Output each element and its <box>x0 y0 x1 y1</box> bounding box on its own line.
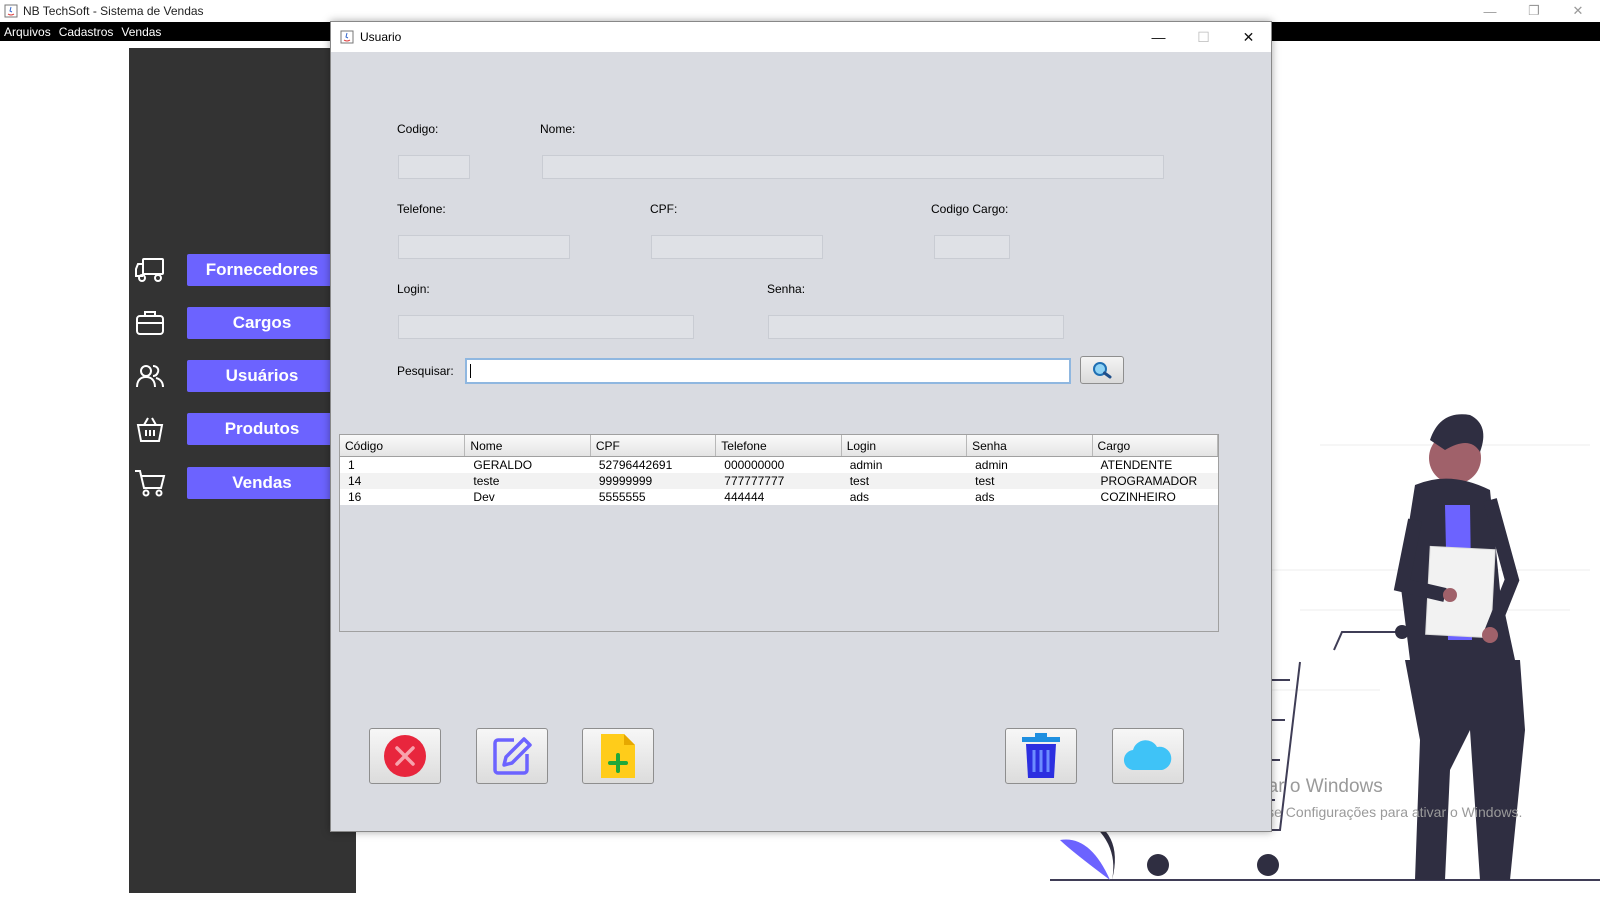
cell-nome: Dev <box>473 490 495 504</box>
briefcase-icon <box>133 306 167 340</box>
save-button[interactable] <box>1112 728 1184 784</box>
cargos-button[interactable]: Cargos <box>187 307 337 339</box>
senha-label: Senha: <box>767 282 806 296</box>
new-button[interactable] <box>582 728 654 784</box>
menu-cadastros[interactable]: Cadastros <box>55 25 118 39</box>
cancel-button[interactable] <box>369 728 441 784</box>
table-row[interactable]: 16 Dev 5555555 444444 ads ads COZINHEIRO <box>340 489 1218 505</box>
new-file-icon <box>601 734 635 778</box>
sidebar-item-produtos[interactable]: Produtos <box>129 412 356 446</box>
column-header-login[interactable]: Login <box>842 435 968 456</box>
cell-nome: teste <box>473 474 500 488</box>
cancel-icon <box>384 735 426 777</box>
dialog-close-button[interactable]: ✕ <box>1226 22 1271 52</box>
cell-cpf: 5555555 <box>598 490 646 504</box>
basket-icon <box>133 412 167 446</box>
app-titlebar: NB TechSoft - Sistema de Vendas — ❐ ✕ <box>0 0 1600 22</box>
sidebar-item-usuarios[interactable]: Usuários <box>129 359 356 393</box>
table-header: Código Nome CPF Telefone Login Senha Car… <box>340 435 1218 457</box>
produtos-button[interactable]: Produtos <box>187 413 337 445</box>
app-window-controls: — ❐ ✕ <box>1468 0 1600 22</box>
cell-telefone: 444444 <box>724 490 765 504</box>
search-icon <box>1093 362 1112 379</box>
edit-button[interactable] <box>476 728 548 784</box>
java-app-icon <box>340 30 354 44</box>
column-header-senha[interactable]: Senha <box>967 435 1093 456</box>
cell-cargo: PROGRAMADOR <box>1100 474 1198 488</box>
sidebar-item-vendas[interactable]: Vendas <box>129 466 356 500</box>
truck-icon <box>133 253 167 287</box>
cell-cargo: COZINHEIRO <box>1100 490 1176 504</box>
usuario-dialog: Usuario — ☐ ✕ Codigo: Nome: Telefone: CP… <box>330 21 1272 832</box>
watermark-subtitle: Acesse Configurações para ativar o Windo… <box>1236 804 1523 820</box>
senha-field[interactable] <box>768 315 1064 339</box>
cell-cpf: 52796442691 <box>598 458 673 472</box>
users-icon <box>133 359 167 393</box>
fornecedores-button[interactable]: Fornecedores <box>187 254 337 286</box>
windows-activation-watermark: Ativar o Windows Acesse Configurações pa… <box>1236 776 1522 820</box>
menu-arquivos[interactable]: Arquivos <box>0 25 55 39</box>
menu-vendas[interactable]: Vendas <box>117 25 165 39</box>
usuarios-button[interactable]: Usuários <box>187 360 337 392</box>
delete-button[interactable] <box>1005 728 1077 784</box>
sidebar-item-fornecedores[interactable]: Fornecedores <box>129 253 356 287</box>
column-header-nome[interactable]: Nome <box>465 435 591 456</box>
codigo-cargo-label: Codigo Cargo: <box>931 202 1009 216</box>
dialog-minimize-button[interactable]: — <box>1136 22 1181 52</box>
cell-codigo: 14 <box>348 474 362 488</box>
sidebar: Fornecedores Cargos Usuários Produtos Ve… <box>129 48 356 893</box>
nome-label: Nome: <box>540 122 576 136</box>
edit-icon <box>493 737 532 775</box>
cpf-label: CPF: <box>650 202 678 216</box>
cell-cargo: ATENDENTE <box>1100 458 1173 472</box>
cell-login: test <box>849 474 870 488</box>
telefone-label: Telefone: <box>397 202 446 216</box>
watermark-title: Ativar o Windows <box>1236 776 1383 797</box>
cell-senha: ads <box>975 490 995 504</box>
dialog-title: Usuario <box>360 30 402 44</box>
column-header-cpf[interactable]: CPF <box>591 435 717 456</box>
sidebar-item-cargos[interactable]: Cargos <box>129 306 356 340</box>
nome-field[interactable] <box>542 155 1164 179</box>
dialog-window-controls: — ☐ ✕ <box>1136 22 1271 52</box>
codigo-field[interactable] <box>398 155 470 179</box>
table-row[interactable]: 1 GERALDO 52796442691 000000000 admin ad… <box>340 457 1218 473</box>
column-header-telefone[interactable]: Telefone <box>716 435 842 456</box>
column-header-codigo[interactable]: Código <box>340 435 466 456</box>
cell-codigo: 1 <box>348 458 355 472</box>
cell-login: admin <box>849 458 883 472</box>
app-close-button[interactable]: ✕ <box>1556 0 1600 22</box>
cell-telefone: 000000000 <box>724 458 785 472</box>
codigo-cargo-field[interactable] <box>934 235 1010 259</box>
cell-login: ads <box>849 490 870 504</box>
column-header-cargo[interactable]: Cargo <box>1093 435 1218 456</box>
cell-codigo: 16 <box>348 490 362 504</box>
app-maximize-button[interactable]: ❐ <box>1512 0 1556 22</box>
cart-icon <box>133 466 167 500</box>
login-label: Login: <box>397 282 430 296</box>
codigo-label: Codigo: <box>397 122 439 136</box>
search-button[interactable] <box>1080 356 1124 384</box>
login-field[interactable] <box>398 315 694 339</box>
java-app-icon <box>4 4 18 18</box>
cell-cpf: 99999999 <box>598 474 653 488</box>
cell-senha: admin <box>975 458 1008 472</box>
cell-nome: GERALDO <box>473 458 533 472</box>
pesquisar-input[interactable] <box>465 358 1071 384</box>
cell-senha: test <box>975 474 995 488</box>
trash-icon <box>1022 733 1060 778</box>
cell-telefone: 777777777 <box>724 474 785 488</box>
dialog-maximize-button[interactable]: ☐ <box>1181 22 1226 52</box>
dialog-titlebar: Usuario — ☐ ✕ <box>331 22 1271 52</box>
table-row[interactable]: 14 teste 99999999 777777777 test test PR… <box>340 473 1218 489</box>
text-caret <box>470 364 471 378</box>
telefone-field[interactable] <box>398 235 570 259</box>
app-minimize-button[interactable]: — <box>1468 0 1512 22</box>
vendas-button[interactable]: Vendas <box>187 467 337 499</box>
pesquisar-label: Pesquisar: <box>397 364 454 378</box>
usuarios-table: Código Nome CPF Telefone Login Senha Car… <box>339 434 1219 632</box>
cloud-icon <box>1123 740 1172 771</box>
app-title: NB TechSoft - Sistema de Vendas <box>23 4 204 18</box>
cpf-field[interactable] <box>651 235 823 259</box>
